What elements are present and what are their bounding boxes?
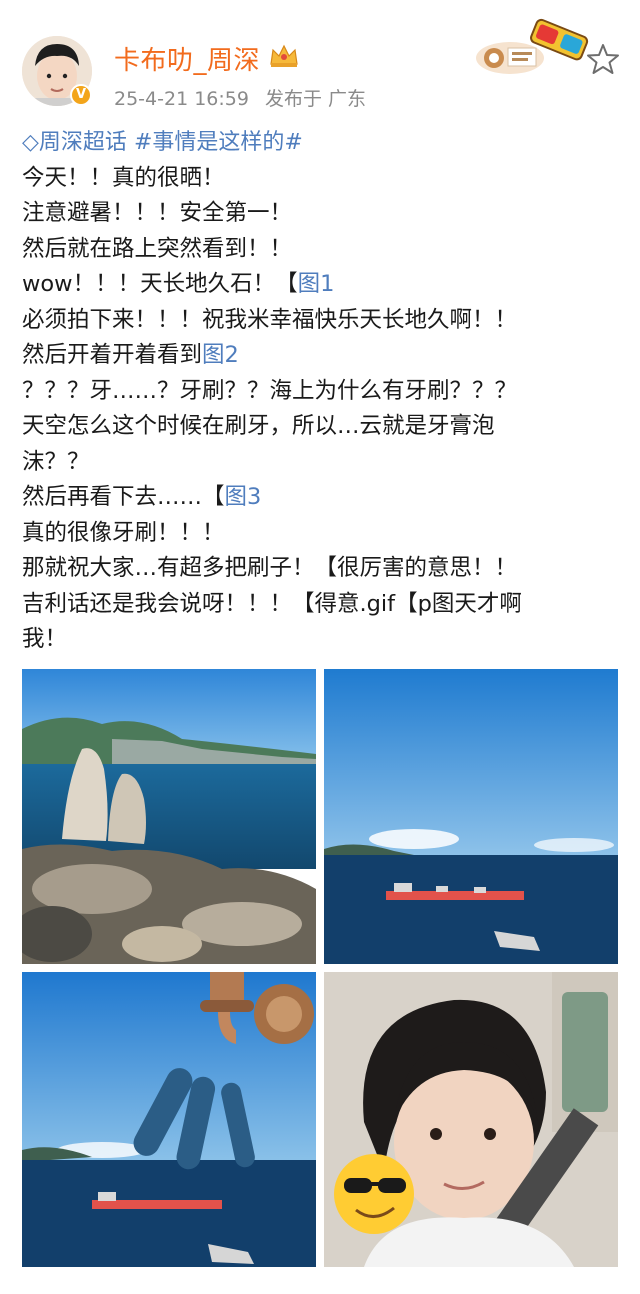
image-link[interactable]: 图2: [202, 342, 239, 368]
post-text-segment: 沫？？: [22, 448, 90, 475]
post-timestamp: 25-4-21 16:59: [114, 88, 249, 110]
crown-icon: [270, 44, 298, 67]
post-text-line: 必须拍下来！！！祝我米幸福快乐天长地久啊！！: [22, 303, 622, 339]
image-grid: [22, 669, 618, 1267]
post-text-segment: 那就祝大家…有超多把刷子！【很厉害的意思！！: [22, 555, 518, 581]
post-text-line: 真的很像牙刷！！！: [22, 516, 622, 552]
post-text-line: 然后再看下去……【图3: [22, 480, 622, 516]
image-link[interactable]: 图3: [225, 484, 262, 510]
post-text-line: 注意避暑！！！安全第一！: [22, 196, 622, 232]
star-outline-icon[interactable]: [586, 42, 620, 76]
post-text-line: 然后开着开着看到图2: [22, 338, 622, 374]
supertopic-link[interactable]: 周深超话: [39, 130, 127, 155]
post-text-line: 那就祝大家…有超多把刷子！【很厉害的意思！！: [22, 551, 622, 587]
post-text-segment: 今天！！真的很晒！: [22, 164, 225, 191]
post-text-segment: 然后开着开着看到: [22, 342, 203, 368]
post-text-segment: 然后就在路上突然看到！！: [22, 235, 293, 262]
post-meta: 25-4-21 16:59 发布于 广东: [114, 84, 376, 111]
post-text-segment: ？？？牙……？牙刷？？海上为什么有牙刷？？？: [22, 377, 518, 404]
topic-line: ◇周深超话 #事情是这样的#: [22, 125, 622, 161]
post-location: 发布于 广东: [265, 88, 367, 110]
username[interactable]: 卡布叻_周深: [114, 40, 260, 77]
post-text-segment: 天空怎么这个时候在刷牙，所以…云就是牙膏泡: [22, 413, 495, 439]
photo-4-selfie[interactable]: [324, 972, 618, 1267]
post-text-line: 然后就在路上突然看到！！: [22, 232, 622, 268]
photo-3-faucet-sea[interactable]: [22, 972, 316, 1267]
diamond-icon: ◇: [22, 130, 39, 155]
post-text-line: wow！！！天长地久石！【图1: [22, 267, 622, 303]
3d-glasses-badge-icon[interactable]: [470, 18, 596, 78]
post-text-line: 今天！！真的很晒！: [22, 161, 622, 197]
photo-1-rock[interactable]: [22, 669, 316, 964]
post-text-line: 吉利话还是我会说呀！！！【得意.gif【p图天才啊: [22, 587, 622, 623]
post-text-line: ？？？牙……？牙刷？？海上为什么有牙刷？？？: [22, 374, 622, 410]
post-text-segment: 真的很像牙刷！！！: [22, 519, 225, 546]
post-text-segment: 必须拍下来！！！祝我米幸福快乐天长地久啊！！: [22, 306, 518, 333]
post-text-segment: 然后再看下去……【: [22, 484, 225, 510]
post-text-segment: 吉利话还是我会说呀！！！【得意.gif【p图天才啊: [22, 590, 522, 617]
post-body: ◇周深超话 #事情是这样的# 今天！！真的很晒！ 注意避暑！！！安全第一！ 然后就在…: [22, 125, 622, 658]
post-text-line: 沫？？: [22, 445, 622, 481]
post-text-segment: 注意避暑！！！安全第一！: [22, 200, 293, 226]
verified-badge-icon: V: [70, 84, 92, 106]
post-text-segment: wow！！！天长地久石！【: [22, 271, 298, 297]
post-text-line: 我！: [22, 622, 622, 658]
post-text-line: 天空怎么这个时候在刷牙，所以…云就是牙膏泡: [22, 409, 622, 445]
post-text: 今天！！真的很晒！ 注意避暑！！！安全第一！ 然后就在路上突然看到！！ wow！！！天…: [22, 161, 622, 658]
post-header: V 卡布叻_周深 25-4-21 16:59 发布于 广东: [0, 0, 640, 125]
image-link[interactable]: 图1: [298, 271, 335, 297]
post-text-segment: 我！: [22, 626, 68, 652]
photo-2-sea-boats[interactable]: [324, 669, 618, 964]
hashtag-link[interactable]: #事情是这样的#: [134, 130, 303, 155]
